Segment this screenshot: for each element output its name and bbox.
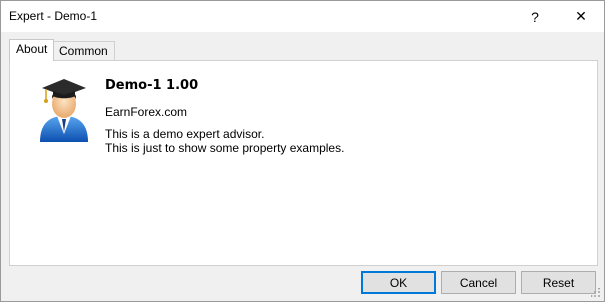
resize-grip-icon[interactable] bbox=[591, 288, 601, 298]
description-line: This is just to show some property examp… bbox=[105, 141, 345, 155]
expert-copyright: EarnForex.com bbox=[105, 105, 188, 119]
expert-advisor-graduate-icon bbox=[40, 79, 88, 142]
help-button[interactable]: ? bbox=[512, 1, 558, 32]
help-icon: ? bbox=[531, 8, 539, 25]
ok-button[interactable]: OK bbox=[361, 271, 436, 294]
tab-about[interactable]: About bbox=[9, 39, 55, 61]
expert-dialog: Expert - Demo-1 ? ✕ About Common Demo-1 … bbox=[0, 0, 605, 302]
description-line: This is a demo expert advisor. bbox=[105, 127, 265, 141]
close-button[interactable]: ✕ bbox=[558, 1, 604, 32]
about-panel: Demo-1 1.00 EarnForex.com This is a demo… bbox=[9, 60, 598, 266]
cancel-button[interactable]: Cancel bbox=[441, 271, 516, 294]
expert-name: Demo-1 1.00 bbox=[105, 78, 199, 93]
title-bar: Expert - Demo-1 ? ✕ bbox=[1, 1, 604, 32]
tab-common[interactable]: Common bbox=[52, 41, 115, 61]
window-title: Expert - Demo-1 bbox=[9, 9, 98, 23]
reset-button[interactable]: Reset bbox=[521, 271, 596, 294]
expert-description: This is a demo expert advisor. This is j… bbox=[105, 127, 344, 155]
close-icon: ✕ bbox=[575, 8, 587, 24]
